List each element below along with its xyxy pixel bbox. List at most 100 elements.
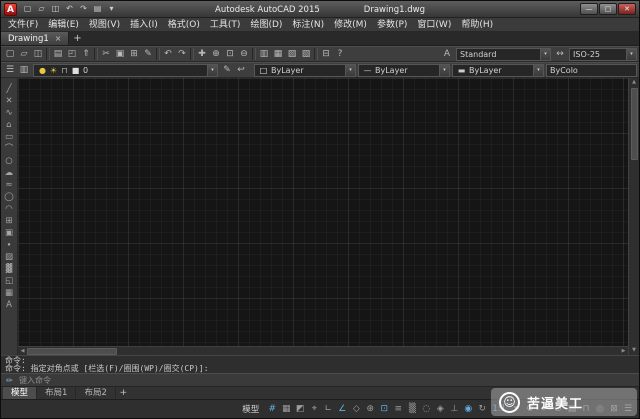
redo-icon[interactable]: ↷ [77,3,90,15]
text-style-combo[interactable]: Standard ▾ [456,48,551,61]
point-icon[interactable]: ∙ [2,239,17,251]
maximize-button[interactable]: ▢ [599,3,617,15]
menu-view[interactable]: 视图(V) [84,18,125,32]
sheet-set-manager-icon[interactable]: ▧ [299,48,313,61]
menu-modify[interactable]: 修改(M) [329,18,372,32]
combo-arrow-icon[interactable]: ▾ [439,65,449,76]
autoscale-icon[interactable]: ↻ [475,402,489,417]
undo-icon[interactable]: ↶ [161,48,175,61]
qnew-icon[interactable]: ▢ [21,3,34,15]
combo-arrow-icon[interactable]: ▾ [533,65,543,76]
polyline-icon[interactable]: ∿ [2,107,17,119]
paste-icon[interactable]: ⊞ [127,48,141,61]
plot-preview-icon[interactable]: ◰ [65,48,79,61]
properties-icon[interactable]: ▥ [257,48,271,61]
copy-icon[interactable]: ▣ [113,48,127,61]
publish-icon[interactable]: ⇑ [79,48,93,61]
drawing-canvas[interactable] [18,78,628,346]
horizontal-scrollbar[interactable]: ◀ ▶ [18,346,628,355]
circle-icon[interactable]: ○ [2,155,17,167]
make-block-icon[interactable]: ▣ [2,227,17,239]
lineweight-icon[interactable]: ≡ [391,402,405,417]
plot-style-combo[interactable]: ByColo [546,64,637,77]
file-tab-drawing1[interactable]: Drawing1 × [1,32,69,45]
tab-close-icon[interactable]: × [55,34,62,43]
cut-icon[interactable]: ✂ [99,48,113,61]
command-history[interactable]: 命令: 命令: 指定对角点或 [栏选(F)/圈围(WP)/圈交(CP)]: [1,355,639,373]
minimize-button[interactable]: — [580,3,598,15]
command-input[interactable] [19,376,639,385]
layout-tab-layout2[interactable]: 布局2 [76,387,115,400]
arc-icon[interactable]: ⌒ [2,143,17,155]
hatch-icon[interactable]: ▨ [2,251,17,263]
menu-tools[interactable]: 工具(T) [205,18,246,32]
menu-window[interactable]: 窗口(W) [412,18,456,32]
designcenter-icon[interactable]: ▦ [271,48,285,61]
ellipse-icon[interactable]: ◯ [2,191,17,203]
osnap-icon[interactable]: ⊡ [377,402,391,417]
quickcalc-icon[interactable]: ⊟ [319,48,333,61]
transparency-icon[interactable]: ▒ [405,402,419,417]
scroll-down-icon[interactable]: ▼ [629,346,640,355]
polygon-icon[interactable]: ⌂ [2,119,17,131]
plot-icon[interactable]: ▤ [51,48,65,61]
horizontal-scroll-thumb[interactable] [27,348,117,355]
tool-palettes-icon[interactable]: ▨ [285,48,299,61]
qat-dropdown-icon[interactable]: ▾ [105,3,118,15]
polar-tracking-icon[interactable]: ∠ [335,402,349,417]
insert-block-icon[interactable]: ⊞ [2,215,17,227]
revision-cloud-icon[interactable]: ☁ [2,167,17,179]
color-combo[interactable]: □ ByLayer ▾ [254,64,356,77]
gradient-icon[interactable]: ▓ [2,263,17,275]
open-icon[interactable]: ▱ [35,3,48,15]
ortho-icon[interactable]: ∟ [321,402,335,417]
annotation-visibility-icon[interactable]: ◉ [461,402,475,417]
combo-arrow-icon[interactable]: ▾ [207,65,217,76]
linetype-combo[interactable]: — ByLayer ▾ [358,64,450,77]
table-icon[interactable]: ▦ [2,287,17,299]
layer-states-icon[interactable]: ▥ [17,64,31,77]
new-icon[interactable]: ▢ [3,48,17,61]
open-icon[interactable]: ▱ [17,48,31,61]
help-icon[interactable]: ? [333,48,347,61]
layer-combo[interactable]: ●☀⊓■ 0 ▾ [33,64,218,77]
3d-osnap-icon[interactable]: ◈ [433,402,447,417]
menu-draw[interactable]: 绘图(D) [245,18,287,32]
dynamic-ucs-icon[interactable]: ⊥ [447,402,461,417]
combo-arrow-icon[interactable]: ▾ [540,49,550,60]
grid-icon[interactable]: # [265,402,279,417]
spline-icon[interactable]: ≈ [2,179,17,191]
isodraft-icon[interactable]: ◇ [349,402,363,417]
menu-file[interactable]: 文件(F) [3,18,43,32]
combo-arrow-icon[interactable]: ▾ [626,49,636,60]
lineweight-combo[interactable]: ▬ ByLayer ▾ [452,64,544,77]
region-icon[interactable]: ◱ [2,275,17,287]
save-icon[interactable]: ◫ [49,3,62,15]
make-layer-current-icon[interactable]: ✎ [220,64,234,77]
vertical-scroll-thumb[interactable] [631,88,638,160]
vertical-scrollbar[interactable]: ▲ ▼ [628,78,639,355]
menu-parametric[interactable]: 参数(P) [372,18,412,32]
close-button[interactable]: ✕ [618,3,636,15]
infer-constraints-icon[interactable]: ◩ [293,402,307,417]
otrack-icon[interactable]: ⊕ [363,402,377,417]
scroll-up-icon[interactable]: ▲ [629,78,640,87]
zoom-previous-icon[interactable]: ⊖ [237,48,251,61]
layer-properties-icon[interactable]: ☰ [3,64,17,77]
rectangle-icon[interactable]: ▭ [2,131,17,143]
zoom-window-icon[interactable]: ⊡ [223,48,237,61]
menu-edit[interactable]: 编辑(E) [43,18,84,32]
menu-format[interactable]: 格式(O) [163,18,205,32]
dynamic-input-icon[interactable]: ⌖ [307,402,321,417]
snap-icon[interactable]: ▦ [279,402,293,417]
dim-style-combo[interactable]: ISO-25 ▾ [569,48,637,61]
zoom-realtime-icon[interactable]: ⊕ [209,48,223,61]
construction-line-icon[interactable]: ✕ [2,95,17,107]
layout-tab-model[interactable]: 模型 [3,387,37,400]
layout-tab-layout1[interactable]: 布局1 [37,387,76,400]
model-space-toggle[interactable]: 模型 [236,403,265,415]
plot-icon[interactable]: ▤ [91,3,104,15]
menu-dimension[interactable]: 标注(N) [287,18,329,32]
text-style-icon[interactable]: A [440,48,454,61]
layer-previous-icon[interactable]: ↩ [234,64,248,77]
